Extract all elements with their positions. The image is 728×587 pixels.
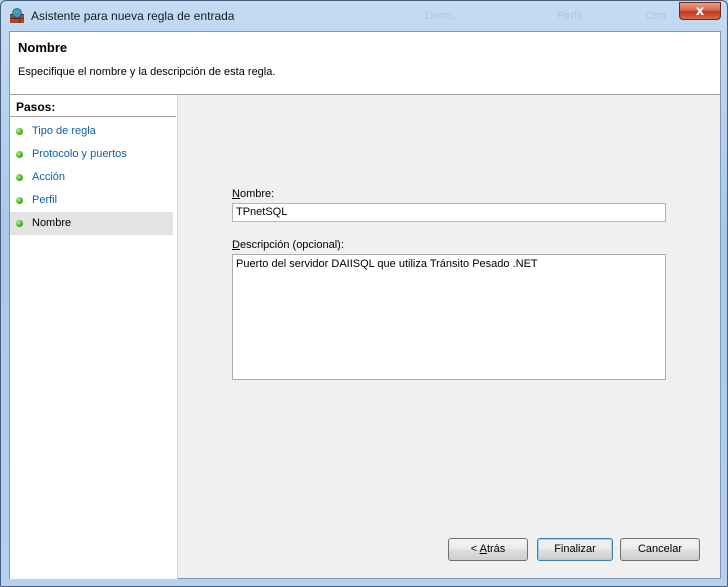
step-accion[interactable]: Acción [10,166,173,189]
page-subtitle: Especifique el nombre y la descripción d… [18,66,276,78]
finish-button[interactable]: Finalizar [537,538,613,561]
firewall-icon [10,8,24,23]
step-nombre[interactable]: Nombre [10,212,173,235]
step-label: Tipo de regla [32,125,96,137]
close-button[interactable]: x [679,2,721,20]
cancel-button[interactable]: Cancelar [620,538,700,561]
page-title: Nombre [18,40,68,55]
description-label-hotkey: D [232,239,240,251]
wizard-header: Nombre Especifique el nombre y la descri… [10,32,720,95]
steps-title: Pasos: [16,100,56,114]
background-ghost-text: Domi... [425,10,460,22]
step-label: Acción [32,171,66,183]
window-title: Asistente para nueva regla de entrada [31,9,235,23]
back-prefix: < [470,543,480,555]
step-protocolo-y-puertos[interactable]: Protocolo y puertos [10,143,173,166]
step-complete-icon [16,174,23,181]
step-perfil[interactable]: Perfil [10,189,173,212]
background-ghost-text: Perfil [557,10,583,22]
name-label-hotkey: N [232,188,240,200]
step-label: Protocolo y puertos [32,148,127,160]
step-complete-icon [16,197,23,204]
background-ghost-text: Otra [645,10,667,22]
close-icon: x [695,4,705,19]
wizard-window: Asistente para nueva regla de entrada Do… [0,0,728,587]
title-bar[interactable]: Asistente para nueva regla de entrada Do… [1,1,727,31]
steps-divider [10,116,176,117]
step-label: Perfil [32,194,58,206]
description-textarea[interactable]: Puerto del servidor DAIISQL que utiliza … [232,254,666,380]
name-input[interactable]: TPnetSQL [232,203,666,222]
step-tipo-de-regla[interactable]: Tipo de regla [10,120,173,143]
back-button[interactable]: < Atrás [448,538,528,561]
wizard-client-area: Nombre Especifique el nombre y la descri… [9,31,721,579]
step-label: Nombre [32,217,72,229]
step-complete-icon [16,151,23,158]
step-current-icon [16,220,23,227]
step-complete-icon [16,128,23,135]
description-label: Descripción (opcional): [232,239,344,251]
name-label-text: ombre: [239,188,275,200]
description-label-text: escripción (opcional): [239,239,344,251]
name-label: Nombre: [232,188,274,200]
back-hotkey: A [479,543,487,555]
steps-panel: Pasos: Tipo de regla Protocolo y puertos… [10,95,178,579]
back-label: trás [486,543,506,555]
